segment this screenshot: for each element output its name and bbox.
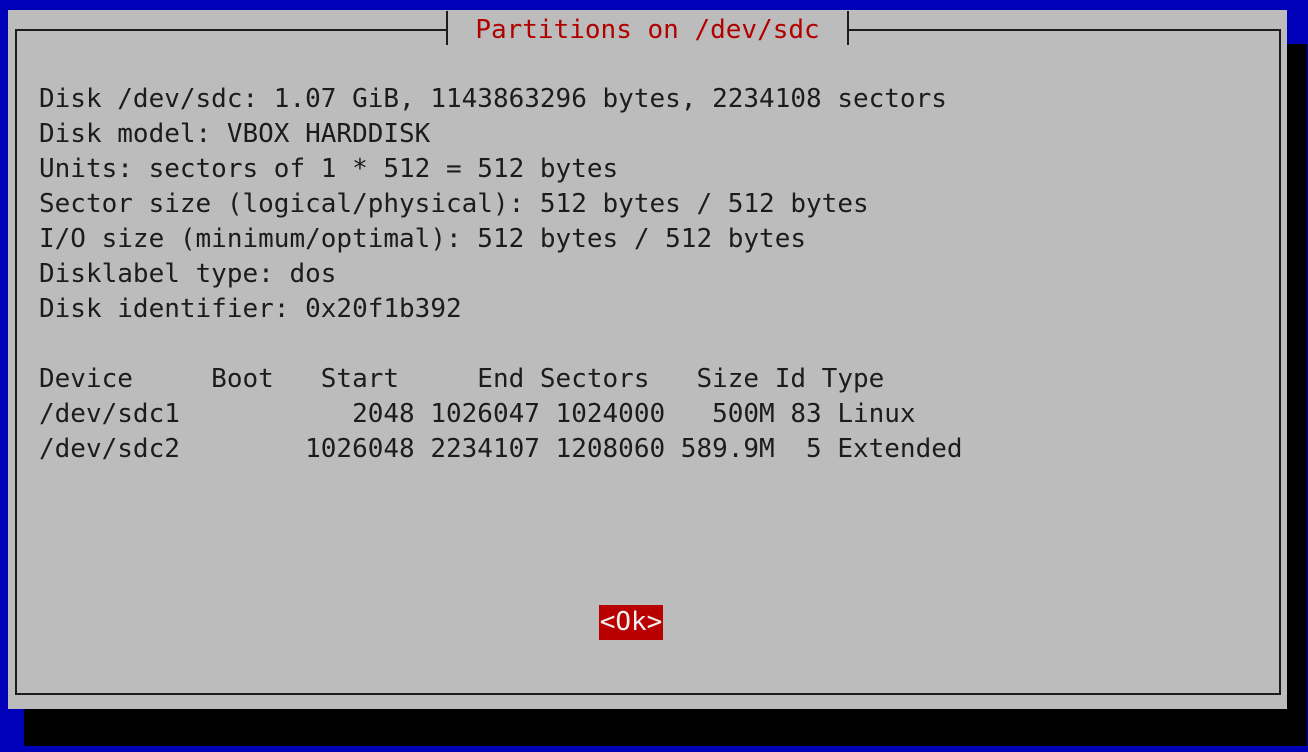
partitions-dialog: Partitions on /dev/sdc Disk /dev/sdc: 1.…: [8, 10, 1287, 709]
disk-model-line: Disk model: VBOX HARDDISK: [39, 119, 431, 149]
partition-row: /dev/sdc1 2048 1026047 1024000 500M 83 L…: [39, 399, 916, 429]
disk-identifier-line: Disk identifier: 0x20f1b392: [39, 294, 462, 324]
dialog-shadow-right: [1287, 44, 1307, 746]
dialog-title: Partitions on /dev/sdc: [475, 15, 820, 45]
dialog-shadow: [24, 709, 1307, 746]
dialog-title-box: Partitions on /dev/sdc: [446, 11, 849, 45]
partition-table-header: Device Boot Start End Sectors Size Id Ty…: [39, 364, 885, 394]
sector-size-line: Sector size (logical/physical): 512 byte…: [39, 189, 869, 219]
disk-summary-line: Disk /dev/sdc: 1.07 GiB, 1143863296 byte…: [39, 84, 947, 114]
ok-button[interactable]: <Ok>: [599, 605, 663, 640]
io-size-line: I/O size (minimum/optimal): 512 bytes / …: [39, 224, 807, 254]
disk-info: Disk /dev/sdc: 1.07 GiB, 1143863296 byte…: [39, 82, 1239, 467]
partition-row: /dev/sdc2 1026048 2234107 1208060 589.9M…: [39, 434, 963, 464]
units-line: Units: sectors of 1 * 512 = 512 bytes: [39, 154, 619, 184]
disklabel-line: Disklabel type: dos: [39, 259, 337, 289]
